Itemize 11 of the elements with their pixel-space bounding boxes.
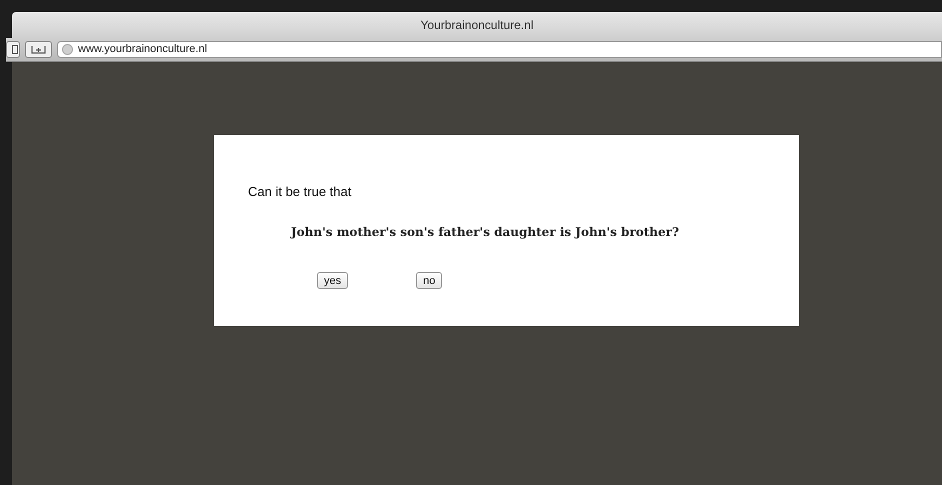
window-title: Yourbrainonculture.nl — [420, 17, 534, 34]
address-field[interactable]: www.yourbrainonculture.nl — [57, 41, 942, 58]
answer-button[interactable]: no — [416, 272, 442, 289]
bookmarks-icon — [31, 45, 46, 54]
url-text: www.yourbrainonculture.nl — [78, 42, 208, 58]
bookmarks-button[interactable] — [25, 41, 52, 58]
globe-icon — [62, 44, 73, 55]
page-icon — [12, 45, 18, 54]
prompt-text: Can it be true that — [248, 184, 352, 200]
question-text: John's mother's son's father's daughter is John's brother? — [291, 224, 680, 240]
answer-button[interactable]: yes — [317, 272, 348, 289]
